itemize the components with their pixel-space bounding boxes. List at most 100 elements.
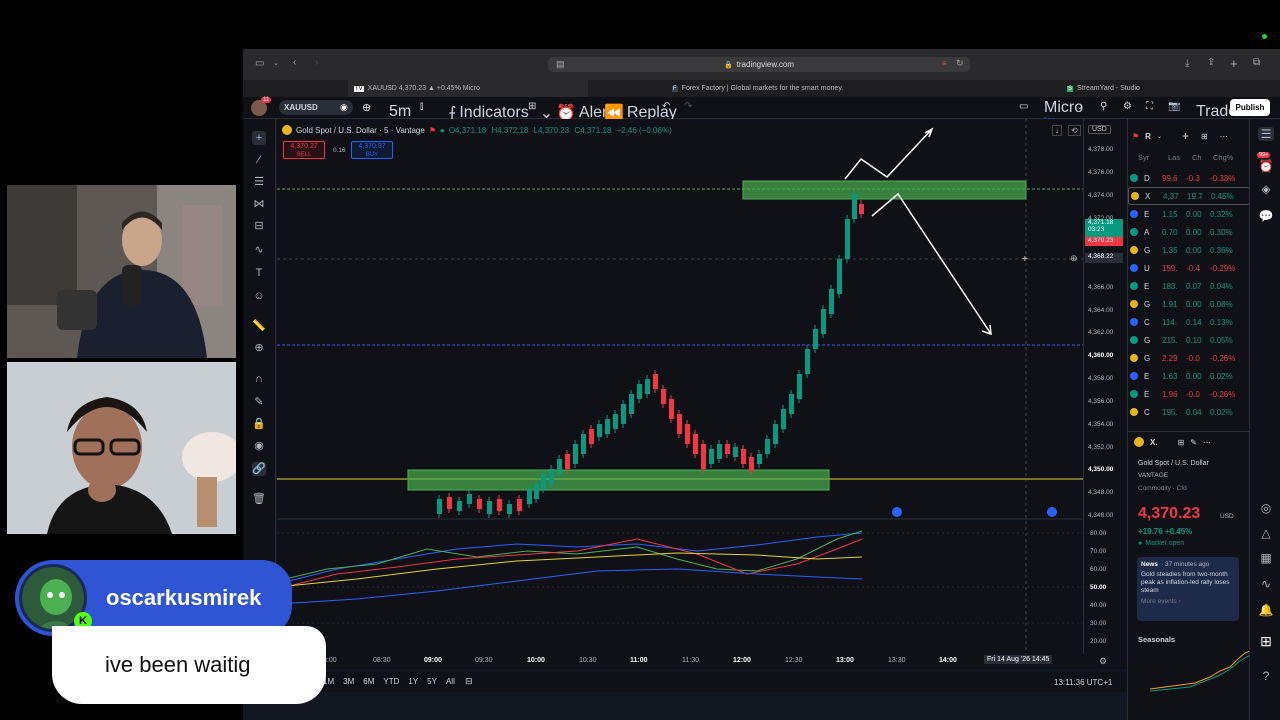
watchlist-row[interactable]: E 1.15 0.00 0.32%: [1128, 205, 1250, 223]
new-tab-icon[interactable]: +: [1230, 56, 1238, 71]
chart-pane[interactable]: + Gold Spot / U.S. Dollar · 5 · Vantage …: [277, 119, 1083, 654]
col-symbol[interactable]: Syr: [1138, 153, 1149, 162]
layout-icon[interactable]: ⊞: [1201, 132, 1208, 141]
target-icon[interactable]: ◎: [1258, 501, 1274, 515]
visibility-icon[interactable]: ◉: [252, 439, 266, 453]
address-bar[interactable]: 🔒 tradingview.com: [548, 57, 970, 72]
news-more-link[interactable]: More events ›: [1141, 598, 1235, 605]
demand-zone[interactable]: [407, 469, 830, 491]
candles-icon[interactable]: ⫾: [420, 101, 423, 112]
supply-zone[interactable]: [742, 180, 1027, 200]
sidebar-toggle-icon[interactable]: ▭: [255, 58, 264, 69]
more-icon[interactable]: ⋯: [1220, 132, 1228, 141]
download-icon[interactable]: ⤓: [1185, 58, 1189, 69]
layouts-icon[interactable]: ⊞: [528, 101, 536, 112]
range-button[interactable]: 1Y: [408, 677, 418, 686]
watchlist-row[interactable]: C 195. 0.04 0.02%: [1128, 403, 1250, 421]
settings-icon[interactable]: ⚙: [1099, 656, 1107, 667]
magnet-icon[interactable]: ∩: [252, 372, 266, 386]
watchlist-row[interactable]: G 1.35 0.00 0.36%: [1128, 241, 1250, 259]
add-icon[interactable]: +: [1182, 129, 1189, 143]
alerts-icon[interactable]: ⏰: [1258, 159, 1274, 173]
chevron-down-icon[interactable]: ⌄: [1077, 103, 1083, 111]
brush-icon[interactable]: ∿: [252, 243, 266, 257]
publish-button[interactable]: Publish: [1230, 99, 1270, 116]
reader-icon[interactable]: ▤: [556, 59, 565, 70]
watchlist-row[interactable]: E 1.96 -0.0 -0.26%: [1128, 385, 1250, 403]
more-icon[interactable]: ⋯: [1203, 438, 1211, 447]
watchlist-row[interactable]: U 159. -0.4 -0.29%: [1128, 259, 1250, 277]
pencil-lock-icon[interactable]: ✎: [252, 395, 266, 409]
col-last[interactable]: Las: [1168, 153, 1180, 162]
watchlist-row[interactable]: G 215. 0.10 0.05%: [1128, 331, 1250, 349]
settings-icon[interactable]: ⚙: [1123, 101, 1132, 112]
camera-icon[interactable]: 📷: [1168, 101, 1180, 112]
eye-icon[interactable]: ◉: [340, 102, 348, 113]
add-symbol-icon[interactable]: ⊕: [362, 101, 371, 114]
bell-icon[interactable]: 🔔: [1258, 603, 1274, 617]
help-icon[interactable]: ?: [1258, 669, 1274, 683]
apps-icon[interactable]: ⊞: [1258, 633, 1274, 650]
add-alert-icon[interactable]: ⊕: [1070, 253, 1078, 264]
watchlist-row[interactable]: A 0.70 0.00 0.30%: [1128, 223, 1250, 241]
watchlist-row[interactable]: X 4,37 19.7 0.45%: [1128, 187, 1250, 205]
forward-icon[interactable]: ›: [315, 57, 318, 68]
range-button[interactable]: YTD: [383, 677, 399, 686]
share-icon[interactable]: ⇪: [1207, 57, 1215, 68]
undo-icon[interactable]: ↶: [662, 101, 670, 112]
emoji-icon[interactable]: ☺: [252, 289, 266, 303]
tab-tradingview[interactable]: TV XAUUSD 4,370.23 ▲ +0.45% Micro: [348, 80, 588, 97]
range-button[interactable]: All: [446, 677, 455, 686]
pulse-icon[interactable]: ∿: [1258, 577, 1274, 591]
trash-icon[interactable]: 🗑: [252, 492, 266, 506]
sell-button[interactable]: 4,370.27 SELL: [283, 141, 325, 159]
fib-icon[interactable]: ☰: [252, 175, 266, 189]
layout-icon[interactable]: ▭: [1019, 101, 1028, 112]
fullscreen-icon[interactable]: ⛶: [1146, 101, 1153, 112]
back-icon[interactable]: ‹: [293, 57, 296, 68]
watchlist-icon[interactable]: ☰: [1258, 127, 1274, 141]
reload-icon[interactable]: ↻: [956, 58, 964, 69]
pattern-icon[interactable]: ⋈: [252, 197, 266, 211]
watchlist-row[interactable]: E 183. 0.07 0.04%: [1128, 277, 1250, 295]
watchlist-row[interactable]: G 2.29 -0.0 -0.26%: [1128, 349, 1250, 367]
watchlist-row[interactable]: G 1.91 0.00 0.08%: [1128, 295, 1250, 313]
watchlist-row[interactable]: E 1.63 0.00 0.02%: [1128, 367, 1250, 385]
zoom-in-icon[interactable]: ⊕: [252, 341, 266, 355]
tab-overview-icon[interactable]: ⧉: [1253, 57, 1260, 68]
range-button[interactable]: 3M: [343, 677, 354, 686]
ideas-icon[interactable]: △: [1258, 526, 1274, 540]
zoom-icon[interactable]: ⚲: [1100, 101, 1107, 112]
event-flag-icon[interactable]: [892, 507, 902, 517]
event-flag-icon[interactable]: [1047, 507, 1057, 517]
chat-icon[interactable]: 💬: [1258, 209, 1274, 223]
bullish-path-arrow[interactable]: [844, 128, 933, 180]
news-card[interactable]: News · 37 minutes ago Gold steadies from …: [1137, 557, 1239, 621]
col-change[interactable]: Ch: [1192, 153, 1202, 162]
range-button[interactable]: 6M: [363, 677, 374, 686]
watchlist-row[interactable]: D 99.6 -0.3 -0.33%: [1128, 169, 1250, 187]
edit-icon[interactable]: ✎: [1190, 438, 1197, 447]
calendar-icon[interactable]: ▦: [1258, 551, 1274, 565]
link-icon[interactable]: 🔗: [252, 462, 266, 476]
calendar-icon[interactable]: ⊟: [465, 676, 473, 687]
bearish-path-arrow[interactable]: [871, 192, 992, 335]
forecast-icon[interactable]: ⊟: [252, 219, 266, 233]
range-button[interactable]: 5Y: [427, 677, 437, 686]
extension-icon[interactable]: ≡: [942, 59, 947, 68]
redo-icon[interactable]: ↷: [684, 101, 692, 112]
chevron-down-icon[interactable]: ⌄: [1157, 133, 1162, 140]
price-axis[interactable]: USD 4,378.004,376.004,374.004,372.004,36…: [1083, 119, 1127, 654]
lock-icon[interactable]: 🔒: [252, 417, 266, 431]
time-axis[interactable]: 8:00 08:30 09:00 09:30 10:00 10:30 11:00 11:30 1…: [277, 654, 1127, 669]
layers-icon[interactable]: ◈: [1258, 182, 1274, 196]
scroll-down-icon[interactable]: ↓: [1052, 125, 1062, 136]
col-change-pct[interactable]: Chg%: [1213, 153, 1233, 162]
buy-button[interactable]: 4,370.37 BUY: [351, 141, 393, 159]
watchlist-row[interactable]: C 114. 0.14 0.13%: [1128, 313, 1250, 331]
text-icon[interactable]: T: [252, 266, 266, 280]
watchlist-title[interactable]: R: [1145, 132, 1151, 141]
tab-forexfactory[interactable]: F Forex Factory | Global markets for the…: [666, 80, 849, 97]
trendline-icon[interactable]: ⁄: [252, 153, 266, 167]
currency-label[interactable]: USD: [1088, 125, 1111, 134]
